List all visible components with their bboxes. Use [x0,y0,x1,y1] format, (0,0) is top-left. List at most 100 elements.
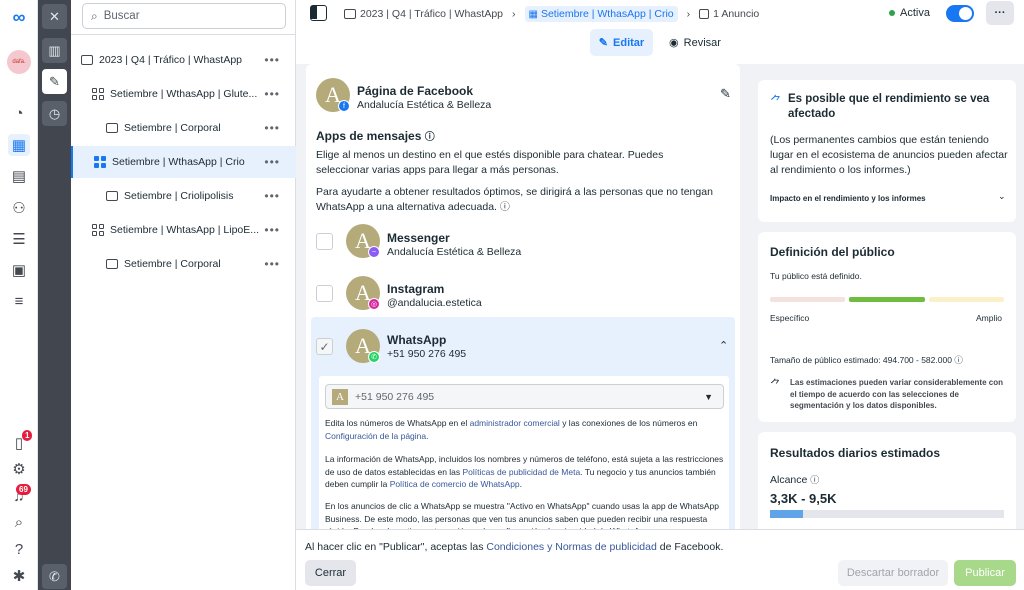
tree-row[interactable]: Setiembre | WhtasApp | LipoE... ••• [71,214,296,246]
tree-row[interactable]: Setiembre | Corporal ••• [71,248,296,280]
publish-button[interactable]: Publicar [954,560,1016,586]
messenger-label: Messenger [387,231,450,245]
messenger-checkbox[interactable] [316,233,333,250]
status-label: Activa [900,7,930,19]
audience-size: Tamaño de público estimado: 494.700 - 58… [770,355,963,365]
folder-icon [344,9,356,19]
audiences-icon[interactable]: ⚇ [8,197,30,219]
terms-text: Al hacer clic en "Publicar", aceptas las… [305,541,724,553]
pencil-icon: ✎ [598,37,609,49]
close-button[interactable]: Cerrar [305,560,356,586]
phone-icon[interactable]: ✆ [42,564,67,589]
breadcrumb-campaign[interactable]: 2023 | Q4 | Tráfico | WhastApp [360,8,503,20]
status-toggle[interactable] [946,5,974,22]
identity-card: A f Página de Facebook Andalucía Estétic… [306,64,740,529]
tree-row[interactable]: Setiembre | Criolipolisis ••• [71,180,296,212]
edit-page-icon[interactable]: ✎ [720,86,731,102]
tree-row-label: 2023 | Q4 | Tráfico | WhastApp [99,54,243,66]
chevron-down-icon[interactable]: ⌄ [998,191,1006,202]
whatsapp-info-1: Edita los números de WhatsApp en el admi… [325,418,698,441]
meta-ad-policy-link[interactable]: Políticas de publicidad de Meta [463,467,581,477]
reports-icon[interactable]: ▤ [8,165,30,187]
search-icon[interactable]: ⌕ [8,511,30,533]
more-icon[interactable]: ••• [264,87,280,101]
close-icon[interactable]: ✕ [42,4,67,29]
collapse-chevron-icon[interactable]: ⌃ [719,339,728,352]
settings-icon[interactable]: ⚙ [8,458,30,480]
page-settings-link[interactable]: Configuración de la página [325,431,426,441]
history-icon[interactable]: ◷ [42,101,67,126]
reach-label: Alcance ⓘ [770,474,820,486]
ad-icon [699,9,710,19]
account-avatar[interactable]: dafa. [7,50,31,74]
performance-impact-link[interactable]: Impacto en el rendimiento y los informes [770,194,926,203]
tree-row[interactable]: Setiembre | WthasApp | Crio ••• [71,146,296,178]
business-manager-link[interactable]: administrador comercial [470,418,560,428]
whatsapp-number-select[interactable]: A +51 950 276 495 ▼ [325,384,724,409]
all-tools-icon[interactable]: ≡ [8,290,30,312]
info-icon[interactable]: ⓘ [810,475,819,485]
folder-icon [81,55,93,65]
dashboard-icon[interactable]: ◔ [8,102,30,124]
ad-icon [106,123,118,133]
tree-row[interactable]: Setiembre | Corporal ••• [71,112,296,144]
performance-card: ⺈ Es posible que el rendimiento se vea a… [758,80,1016,222]
info-icon[interactable]: ⓘ [954,355,963,365]
adset-icon [92,88,104,100]
meta-logo-icon[interactable]: ∞ [7,8,31,26]
gauge-right-label: Amplio [976,313,1002,323]
reach-value: 3,3K - 9,5K [770,491,837,506]
ad-terms-link[interactable]: Condiciones y Normas de publicidad [486,541,656,553]
more-icon[interactable]: ••• [264,53,280,67]
tab-review[interactable]: ◉ Revisar [663,29,727,56]
breadcrumb-ad[interactable]: 1 Anuncio [713,8,759,20]
audience-note: Las estimaciones pueden variar considera… [790,378,1003,410]
info-icon[interactable]: ⓘ [500,202,510,213]
billing-icon[interactable]: ☰ [8,228,30,250]
whatsapp-details-panel: A +51 950 276 495 ▼ Edita los números de… [319,376,729,529]
active-dot [889,10,895,16]
tree-row[interactable]: 2023 | Q4 | Tráfico | WhastApp ••• [71,44,296,76]
tab-edit[interactable]: ✎ Editar [590,29,653,56]
discard-draft-button[interactable]: Descartar borrador [838,560,948,586]
more-icon[interactable]: ••• [264,121,280,135]
messaging-apps-desc: Elige al menos un destino en el que esté… [316,149,664,176]
grid-icon: ▦ [528,9,538,20]
more-icon[interactable]: ••• [264,257,280,271]
help-icon[interactable]: ? [8,538,30,560]
edit-pencil-icon[interactable]: ✎ [42,69,67,94]
tree-row[interactable]: Setiembre | WthasApp | Glute... ••• [71,78,296,110]
ads-manager-icon[interactable]: ▦ [8,134,30,156]
whatsapp-checkbox[interactable]: ✓ [316,338,333,355]
whatsapp-commerce-policy-link[interactable]: Política de comercio de WhatsApp [390,479,520,489]
more-icon[interactable]: ••• [264,223,280,237]
audience-card: Definición del público Tu público está d… [758,232,1016,422]
info-icon[interactable]: ⓘ [425,132,435,143]
toggle-panel-icon[interactable] [310,5,327,21]
number-avatar: A [332,388,348,405]
more-icon[interactable]: ••• [264,189,280,203]
chevron-right-icon: › [686,8,691,20]
instagram-checkbox[interactable] [316,285,333,302]
events-icon[interactable]: ▣ [8,259,30,281]
alerts-badge: 69 [16,484,31,495]
bug-report-icon[interactable]: ✱ [8,565,30,587]
more-options-button[interactable]: ··· [986,1,1014,25]
more-icon[interactable]: ••• [264,155,280,169]
messaging-apps-note: Para ayudarte a obtener resultados óptim… [316,186,713,213]
search-input[interactable]: ⌕ Buscar [82,3,286,29]
chevron-right-icon: › [512,8,516,20]
breadcrumb: 2023 | Q4 | Tráfico | WhastApp › ▦ Setiem… [344,6,759,22]
notifications-badge: 1 [22,430,33,441]
search-placeholder: Buscar [103,10,140,22]
whatsapp-info-3: En los anuncios de clic a WhatsApp se mu… [325,501,719,529]
whatsapp-info-2: La información de WhatsApp, incluidos lo… [325,454,724,489]
charts-icon[interactable]: ▥ [42,38,67,63]
editor-tool-strip: ✕ ▥ ✎ ◷ ✆ [38,0,71,590]
tree-row-label: Setiembre | Criolipolisis [124,190,234,202]
whatsapp-label: WhatsApp [387,333,447,347]
page-title: Página de Facebook [357,84,474,98]
estimate-trend-icon: ⺈ [770,379,781,391]
messaging-apps-title: Apps de mensajes ⓘ [316,129,435,143]
breadcrumb-adset[interactable]: ▦ Setiembre | WthasApp | Crio [524,6,678,22]
